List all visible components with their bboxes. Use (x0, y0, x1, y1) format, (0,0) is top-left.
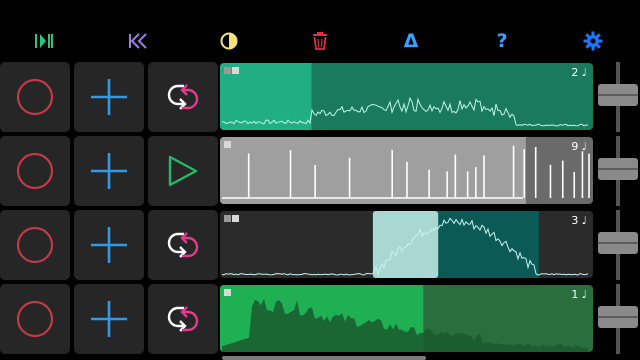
horizontal-scrollbar[interactable] (222, 356, 426, 360)
delete-button[interactable] (305, 26, 335, 56)
contrast-icon (219, 31, 239, 51)
volume-fader[interactable] (596, 210, 640, 280)
add-button[interactable] (74, 284, 144, 354)
record-icon (15, 225, 55, 265)
loop-mode-button[interactable] (148, 62, 218, 132)
beat-count: 1 ♩ (571, 288, 587, 301)
help-icon: ? (496, 29, 508, 52)
track-lane[interactable]: 2 ♩ (220, 63, 593, 130)
track-lane[interactable]: 9 ♩ (220, 137, 593, 204)
plus-icon (89, 225, 129, 265)
record-button[interactable] (0, 284, 70, 354)
waveform (221, 211, 589, 278)
record-icon (15, 77, 55, 117)
beat-count: 9 ♩ (571, 140, 587, 153)
fader-knob[interactable] (598, 232, 638, 254)
loop-icon (160, 80, 206, 114)
play-icon (166, 154, 200, 188)
played-region (220, 137, 526, 204)
toolbar: Δ? (0, 0, 640, 62)
plus-icon (89, 151, 129, 191)
loop-mode-button[interactable] (148, 284, 218, 354)
play-mode-button[interactable] (148, 136, 218, 206)
fader-knob[interactable] (598, 158, 638, 180)
track-lane[interactable]: 3 ♩ (220, 211, 593, 278)
add-button[interactable] (74, 210, 144, 280)
fader-knob[interactable] (598, 306, 638, 328)
loop-icon (160, 228, 206, 262)
fader-knob[interactable] (598, 84, 638, 106)
plus-icon (89, 299, 129, 339)
delta-icon: Δ (403, 29, 419, 52)
settings-button[interactable] (578, 26, 608, 56)
record-button[interactable] (0, 210, 70, 280)
trash-icon (311, 31, 329, 51)
rewind-icon (128, 32, 148, 50)
delta-button[interactable]: Δ (396, 26, 426, 56)
beat-count: 3 ♩ (571, 214, 587, 227)
loop-icon (160, 302, 206, 336)
play-pause-icon (34, 32, 54, 50)
waveform (220, 285, 589, 352)
volume-fader[interactable] (596, 62, 640, 132)
loop-mode-button[interactable] (148, 210, 218, 280)
volume-fader[interactable] (596, 284, 640, 354)
track-lane[interactable]: 1 ♩ (220, 285, 593, 352)
theme-button[interactable] (214, 26, 244, 56)
waveform (220, 137, 590, 204)
waveform (220, 63, 589, 130)
add-button[interactable] (74, 62, 144, 132)
add-button[interactable] (74, 136, 144, 206)
gear-icon (583, 31, 603, 51)
play-pause-button[interactable] (29, 26, 59, 56)
selection-highlight (372, 211, 439, 278)
rewind-button[interactable] (123, 26, 153, 56)
record-icon (15, 299, 55, 339)
volume-fader[interactable] (596, 136, 640, 206)
beat-count: 2 ♩ (571, 66, 587, 79)
help-button[interactable]: ? (487, 26, 517, 56)
record-button[interactable] (0, 62, 70, 132)
plus-icon (89, 77, 129, 117)
record-icon (15, 151, 55, 191)
record-button[interactable] (0, 136, 70, 206)
